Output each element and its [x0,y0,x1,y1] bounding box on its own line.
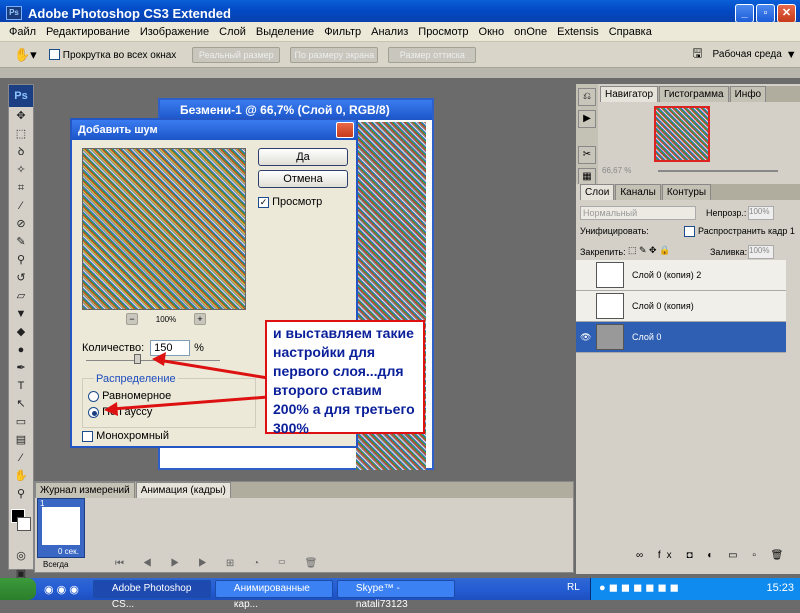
layers-panel: Слои Каналы Контуры Нормальный Непрозр.:… [576,184,800,574]
arrow-head-slider [152,352,166,366]
tab-channels[interactable]: Каналы [615,184,661,200]
layer-thumbnail [596,293,624,319]
layers-tabs: Слои Каналы Контуры [580,184,800,200]
tab-paths[interactable]: Контуры [661,184,712,200]
tools-panel-icon[interactable]: ✂ [578,146,596,164]
tab-layers[interactable]: Слои [580,184,615,200]
playback-controls[interactable]: ⏮ ◀ ▶ ▶ ⊞ ◔ ▭ 🗑 [115,558,325,569]
layer-row[interactable]: Слой 0 (копия) 2 [576,260,786,291]
arrow-to-gaussian [111,395,269,411]
propagate-checkbox[interactable] [684,226,695,237]
language-indicator[interactable]: RL [567,582,580,593]
arrow-head-gaussian [104,402,118,416]
layer-row[interactable]: Слой 0 (копия) [576,291,786,322]
layer-name: Слой 0 (копия) 2 [632,270,702,280]
eye-icon[interactable]: 👁 [580,332,591,343]
opacity-input[interactable]: 100% [748,206,774,220]
task-photoshop[interactable]: Adobe Photoshop CS... [92,580,211,610]
fill-label: Заливка: [710,247,748,257]
propagate-label: Распространить кадр 1 [698,226,795,236]
tab-measurement-log[interactable]: Журнал измерений [35,482,135,498]
animation-frame[interactable]: 1 0 сек. [37,498,85,558]
navigator-zoom[interactable]: 66,67 % [602,166,631,175]
navigator-tabs: Навигатор Гистограмма Инфо [600,86,800,102]
lock-label: Закрепить: [580,247,626,257]
loop-select[interactable]: Всегда [43,560,68,569]
actions-panel-icon[interactable]: ▶ [578,110,596,128]
navigator-preview[interactable] [654,106,710,162]
navigator-zoom-slider[interactable] [658,170,778,172]
system-tray: RL ● ◼ ◼ ◼ ◼ ◼ ◼ 15:23 [567,578,800,600]
animation-panel: Журнал измерений Анимация (кадры) 1 0 се… [34,481,574,573]
layers-footer: ∞ fx ◘ ◐ ▭ ▫ 🗑 [636,550,790,561]
instruction-callout: и выставляем такие настройки для первого… [265,320,425,436]
clock: 15:23 [766,582,794,594]
lock-icons[interactable]: ⬚ ✎ ✥ 🔒 [628,245,670,256]
layer-row-selected[interactable]: 👁 Слой 0 [576,322,786,353]
navigator-panel: Навигатор Гистограмма Инфо 66,67 % [600,86,800,176]
tab-histogram[interactable]: Гистограмма [659,86,729,102]
task-skype[interactable]: Skype™ - natali73123 [336,580,455,610]
frame-delay[interactable]: 0 сек. [58,547,79,556]
layer-thumbnail [596,324,624,350]
opacity-label: Непрозр.: [706,208,747,218]
fill-input[interactable]: 100% [748,245,774,259]
layer-name: Слой 0 (копия) [632,301,694,311]
task-animated-pictures[interactable]: Анимированные кар... [214,580,333,610]
animation-tabs: Журнал измерений Анимация (кадры) [35,482,573,498]
tab-animation-frames[interactable]: Анимация (кадры) [135,482,231,498]
tab-info[interactable]: Инфо [729,86,767,102]
taskbar: ◉ ◉ ◉ Adobe Photoshop CS... Анимированны… [0,578,800,610]
layers-list: Слой 0 (копия) 2 Слой 0 (копия) 👁 Слой 0 [576,260,786,353]
right-panels: ⎌ ▶ ✂ ▦ Навигатор Гистограмма Инфо 66,67… [576,84,800,574]
frame-thumbnail [42,507,80,545]
history-panel-icon[interactable]: ⎌ [578,88,596,106]
tab-navigator[interactable]: Навигатор [600,86,659,102]
arrow-to-slider [157,358,269,380]
quicklaunch-icons[interactable]: ◉ ◉ ◉ [44,583,79,596]
start-button[interactable] [0,578,36,600]
tray-icons[interactable]: ● ◼ ◼ ◼ ◼ ◼ ◼ [599,581,679,594]
layer-name: Слой 0 [632,332,662,342]
unify-label: Унифицировать: [580,226,649,236]
layer-thumbnail [596,262,624,288]
blend-mode-select[interactable]: Нормальный [580,206,696,220]
